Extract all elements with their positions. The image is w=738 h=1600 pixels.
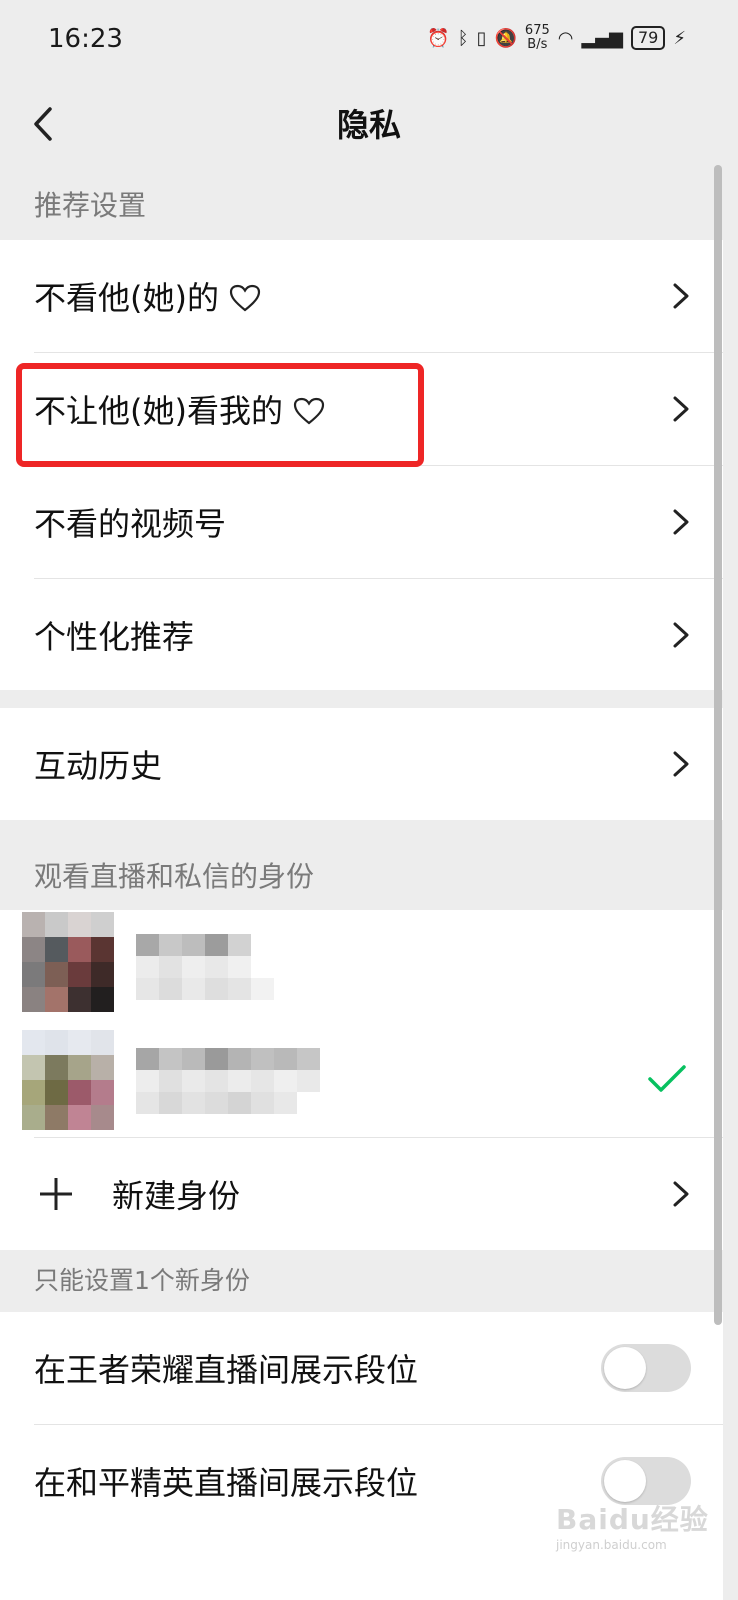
chevron-right-icon xyxy=(673,396,689,422)
blurred-name xyxy=(136,934,320,1000)
scrollbar[interactable] xyxy=(714,165,722,1325)
baidu-watermark: Baidu经验 jingyan.baidu.com xyxy=(556,1503,709,1552)
section-header-identity: 观看直播和私信的身份 xyxy=(34,860,315,893)
status-bar: 16:23 ⏰ ᛒ ▯ 🔕 675 B/s ◠ ▂▄▆ 79 ⚡ xyxy=(0,0,738,84)
charging-icon: ⚡ xyxy=(673,27,686,49)
avatar xyxy=(22,912,114,1012)
chevron-right-icon xyxy=(673,1181,689,1207)
row-new-identity[interactable]: 新建身份 xyxy=(0,1138,723,1250)
identity-item[interactable] xyxy=(0,910,723,1023)
alarm-icon: ⏰ xyxy=(427,27,450,49)
signal-icon: ▂▄▆ xyxy=(581,27,623,49)
row-honor-of-kings-rank: 在王者荣耀直播间展示段位 xyxy=(0,1312,723,1424)
bluetooth-icon: ᛒ xyxy=(457,27,469,49)
net-speed: 675 B/s xyxy=(524,23,550,52)
row-personalized-recommend[interactable]: 个性化推荐 xyxy=(0,579,723,691)
chevron-right-icon xyxy=(673,283,689,309)
chevron-right-icon xyxy=(673,622,689,648)
toggle-knob xyxy=(604,1347,646,1389)
chevron-right-icon xyxy=(673,509,689,535)
section-header-recommend: 推荐设置 xyxy=(34,189,147,222)
row-hide-their-moments[interactable]: 不看他(她)的 xyxy=(0,240,723,352)
plus-icon xyxy=(40,1178,72,1210)
chevron-right-icon xyxy=(673,751,689,777)
history-card: 互动历史 xyxy=(0,708,723,820)
rank-toggle-switch[interactable] xyxy=(601,1344,691,1392)
highlight-box xyxy=(16,363,424,467)
heart-icon xyxy=(230,284,261,312)
row-label: 新建身份 xyxy=(112,1177,241,1215)
row-label: 不看他(她)的 xyxy=(34,279,219,317)
mute-icon: 🔕 xyxy=(494,27,517,49)
checkmark-icon xyxy=(648,1065,686,1092)
avatar xyxy=(22,1030,114,1130)
toggle-card: 在王者荣耀直播间展示段位 在和平精英直播间展示段位 xyxy=(0,1312,723,1600)
row-label: 在和平精英直播间展示段位 xyxy=(34,1464,419,1502)
toggle-knob xyxy=(604,1460,646,1502)
row-label: 互动历史 xyxy=(34,747,163,785)
row-hidden-channels[interactable]: 不看的视频号 xyxy=(0,466,723,578)
wifi-icon: ◠ xyxy=(557,27,574,49)
row-interaction-history[interactable]: 互动历史 xyxy=(0,708,723,820)
row-label: 不看的视频号 xyxy=(34,505,227,543)
identity-item-selected[interactable] xyxy=(0,1024,723,1137)
page-title: 隐私 xyxy=(336,106,401,144)
nav-bar: 隐私 xyxy=(0,84,738,164)
status-icons: ⏰ ᛒ ▯ 🔕 675 B/s ◠ ▂▄▆ 79 ⚡ xyxy=(427,24,686,52)
row-label: 个性化推荐 xyxy=(34,618,195,656)
row-label: 在王者荣耀直播间展示段位 xyxy=(34,1351,419,1389)
vibrate-icon: ▯ xyxy=(476,27,487,49)
status-time: 16:23 xyxy=(48,24,123,54)
identity-card: 新建身份 xyxy=(0,910,723,1250)
blurred-name xyxy=(136,1048,320,1114)
battery-icon: 79 xyxy=(631,26,666,50)
identity-limit-note: 只能设置1个新身份 xyxy=(34,1266,250,1295)
